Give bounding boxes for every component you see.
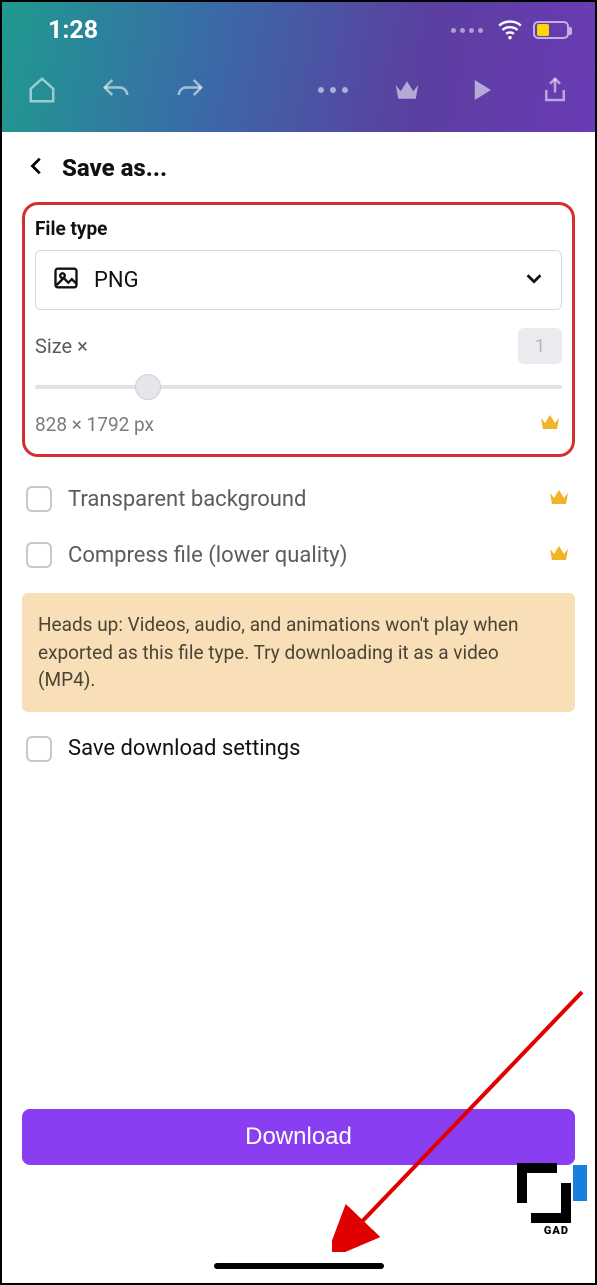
- more-button[interactable]: [313, 70, 353, 110]
- image-icon: [52, 264, 80, 296]
- dimensions-text: 828 × 1792 px: [35, 413, 154, 436]
- status-bar: 1:28: [2, 2, 595, 58]
- slider-track: [35, 385, 562, 389]
- file-type-label: File type: [35, 217, 562, 240]
- compress-file-label: Compress file (lower quality): [68, 543, 347, 568]
- status-right: [451, 17, 569, 43]
- battery-icon: [533, 21, 569, 39]
- transparent-bg-label: Transparent background: [68, 487, 306, 512]
- undo-button[interactable]: [96, 70, 136, 110]
- more-icon: [318, 87, 348, 93]
- premium-button[interactable]: [387, 70, 427, 110]
- annotation-highlight: File type PNG Size × 1: [22, 202, 575, 457]
- home-indicator[interactable]: [214, 1263, 384, 1269]
- premium-crown-icon: [547, 485, 571, 513]
- download-button[interactable]: Download: [22, 1109, 575, 1165]
- dimensions-row: 828 × 1792 px: [35, 410, 562, 438]
- sheet-header: Save as...: [2, 132, 595, 202]
- save-as-sheet: Save as... File type PNG Size × 1: [2, 132, 595, 1283]
- save-settings-checkbox[interactable]: [26, 736, 52, 762]
- slider-thumb[interactable]: [135, 374, 161, 400]
- compress-file-row[interactable]: Compress file (lower quality): [22, 527, 575, 583]
- export-warning-notice: Heads up: Videos, audio, and animations …: [22, 593, 575, 712]
- wifi-icon: [497, 17, 523, 43]
- redo-button[interactable]: [170, 70, 210, 110]
- transparent-bg-row[interactable]: Transparent background: [22, 471, 575, 527]
- chevron-down-icon: [523, 267, 545, 293]
- watermark-text: GAD: [544, 1224, 569, 1237]
- compress-file-checkbox[interactable]: [26, 542, 52, 568]
- file-type-value: PNG: [94, 268, 139, 293]
- premium-crown-icon: [538, 410, 562, 438]
- premium-crown-icon: [547, 541, 571, 569]
- app-header: 1:28: [2, 2, 595, 132]
- file-type-select[interactable]: PNG: [35, 250, 562, 310]
- device-frame: 1:28: [0, 0, 597, 1285]
- share-button[interactable]: [535, 70, 575, 110]
- watermark-logo: GAD: [517, 1163, 587, 1223]
- back-button[interactable]: [26, 155, 48, 181]
- editor-toolbar: [2, 58, 595, 132]
- save-settings-label: Save download settings: [68, 736, 301, 761]
- size-label: Size ×: [35, 334, 88, 358]
- transparent-bg-checkbox[interactable]: [26, 486, 52, 512]
- status-time: 1:28: [48, 16, 98, 45]
- play-button[interactable]: [461, 70, 501, 110]
- home-button[interactable]: [22, 70, 62, 110]
- size-slider[interactable]: [35, 374, 562, 400]
- sheet-content: File type PNG Size × 1: [2, 202, 595, 786]
- cellular-dots-icon: [451, 28, 483, 33]
- size-row: Size × 1: [35, 328, 562, 364]
- save-settings-row[interactable]: Save download settings: [22, 712, 575, 786]
- size-multiplier-input[interactable]: 1: [518, 328, 562, 364]
- sheet-title: Save as...: [62, 154, 167, 182]
